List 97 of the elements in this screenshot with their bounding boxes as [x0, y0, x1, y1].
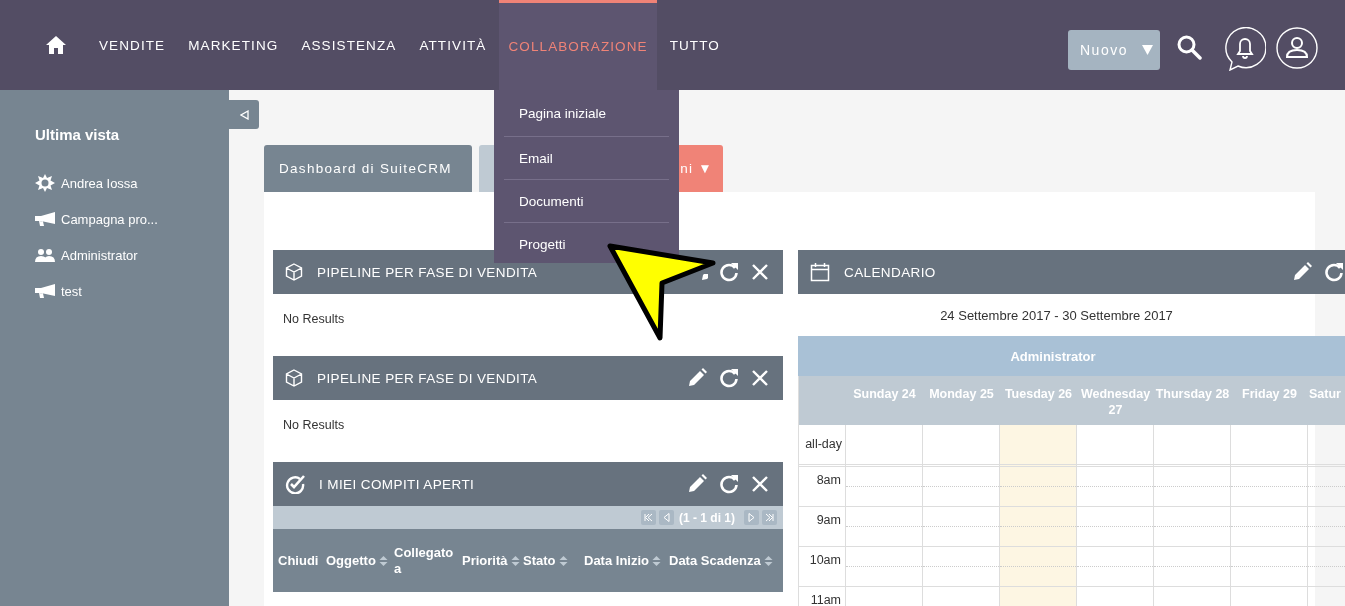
calendar-cell[interactable] — [1077, 467, 1154, 507]
calendar-cell[interactable] — [1231, 507, 1308, 547]
notification-icon[interactable] — [1224, 27, 1266, 71]
dashlet-title: PIPELINE PER FASE DI VENDITA — [317, 264, 539, 280]
calendar-cell[interactable] — [1231, 425, 1308, 467]
calendar-cell[interactable] — [1077, 507, 1154, 547]
calendar-cell[interactable] — [846, 547, 923, 587]
sort-icon[interactable] — [652, 555, 661, 568]
dashlet-title: CALENDARIO — [844, 264, 937, 280]
menu-item[interactable]: Progetti — [504, 223, 669, 265]
collapse-button[interactable] — [229, 100, 259, 129]
calendar-cell[interactable] — [846, 467, 923, 507]
calendar-cell[interactable] — [846, 507, 923, 547]
calendar-cell[interactable] — [1154, 467, 1231, 507]
calendar-cell[interactable] — [1077, 425, 1154, 467]
sidebar-title: Ultima vista — [35, 126, 121, 143]
calendar-cell[interactable] — [1231, 467, 1308, 507]
refresh-icon[interactable] — [719, 368, 739, 388]
column-header[interactable]: Data Scadenza — [669, 552, 783, 569]
sort-icon[interactable] — [763, 555, 773, 568]
refresh-icon[interactable] — [719, 262, 739, 282]
date-range: 24 Settembre 2017 - 30 Settembre 2017 — [940, 307, 1173, 323]
dashlet-title: PIPELINE PER FASE DI VENDITA — [317, 370, 539, 386]
recent-item-link[interactable]: test — [61, 283, 82, 299]
megaphone-icon — [35, 212, 55, 226]
starburst-icon — [35, 174, 55, 192]
column-header[interactable]: Stato — [523, 552, 584, 569]
column-header[interactable]: Chiudi — [278, 552, 326, 569]
close-icon[interactable] — [751, 369, 769, 387]
time-label: 8am — [798, 467, 846, 507]
no-results-text: No Results — [283, 418, 345, 432]
time-label: 11am — [798, 587, 846, 606]
nav-tab[interactable]: COLLABORAZIONE — [499, 0, 657, 90]
column-header[interactable]: Data Inizio — [584, 552, 669, 569]
today-cell[interactable] — [1000, 467, 1077, 507]
nav-tab[interactable]: MARKETING — [178, 0, 289, 90]
calendar-cell[interactable] — [1154, 507, 1231, 547]
close-icon[interactable] — [751, 475, 769, 493]
first-page-icon[interactable] — [641, 510, 656, 525]
today-cell[interactable] — [1000, 507, 1077, 547]
previous-page-icon[interactable] — [659, 510, 674, 525]
day-header: Tuesday 26 — [1000, 376, 1077, 425]
last-page-icon[interactable] — [762, 510, 777, 525]
users-icon — [35, 248, 55, 262]
time-label: 9am — [798, 507, 846, 547]
new-button[interactable]: Nuovo — [1068, 30, 1160, 70]
day-header: Satur — [1308, 376, 1345, 425]
collapse-icon — [239, 109, 249, 120]
nav-tab[interactable]: ATTIVITÀ — [409, 0, 497, 90]
column-header[interactable]: Priorità — [462, 552, 523, 569]
next-page-icon[interactable] — [744, 510, 759, 525]
calendar-cell[interactable] — [1231, 547, 1308, 587]
cube-icon — [285, 369, 303, 387]
today-cell[interactable] — [1000, 425, 1077, 467]
target-icon — [285, 474, 305, 494]
time-label: 10am — [798, 547, 846, 587]
user-header: Administrator — [798, 336, 1345, 376]
caret-icon — [1141, 45, 1153, 55]
refresh-icon[interactable] — [719, 474, 739, 494]
column-header[interactable]: Collegato a — [394, 544, 462, 577]
nav-tab[interactable]: TUTTO — [659, 0, 730, 90]
refresh-icon[interactable] — [1324, 262, 1344, 282]
time-label: all-day — [798, 425, 846, 467]
day-header: Thursday 28 — [1154, 376, 1231, 425]
recent-item-link[interactable]: Andrea Iossa — [61, 175, 138, 191]
day-header: Wednesday 27 — [1077, 376, 1154, 425]
today-cell[interactable] — [1000, 547, 1077, 587]
no-results-text: No Results — [283, 312, 345, 326]
day-header: Friday 29 — [1231, 376, 1308, 425]
calendar-cell[interactable] — [846, 425, 923, 467]
close-icon[interactable] — [751, 263, 769, 281]
day-header: Monday 25 — [923, 376, 1000, 425]
nav-tab[interactable]: ASSISTENZA — [291, 0, 407, 90]
sort-icon[interactable] — [558, 555, 568, 568]
nav-tab[interactable]: VENDITE — [89, 0, 176, 90]
cube-icon — [285, 263, 303, 281]
calendar-cell[interactable] — [1154, 547, 1231, 587]
recent-item-link[interactable]: Campagna pro... — [61, 211, 158, 227]
pagination-text: (1 - 1 di 1) — [679, 510, 735, 525]
menu-item[interactable]: Email — [504, 137, 669, 180]
recent-item-link[interactable]: Administrator — [61, 247, 138, 263]
calendar-icon — [810, 262, 830, 282]
sort-icon[interactable] — [510, 555, 520, 568]
search-icon[interactable] — [1177, 35, 1202, 60]
dashboard-tab[interactable]: Dashboard di SuiteCRM — [264, 145, 472, 192]
menu-item[interactable]: Pagina iniziale — [504, 90, 669, 137]
user-icon[interactable] — [1276, 27, 1318, 69]
megaphone-icon — [35, 284, 55, 298]
day-header: Sunday 24 — [846, 376, 923, 425]
calendar-cell[interactable] — [1077, 547, 1154, 587]
menu-item[interactable]: Documenti — [504, 180, 669, 223]
dashlet-title: I MIEI COMPITI APERTI — [319, 476, 476, 492]
calendar-cell[interactable] — [1154, 425, 1231, 467]
home-icon[interactable] — [46, 36, 66, 54]
sort-icon[interactable] — [378, 555, 388, 568]
day-header — [798, 376, 846, 425]
column-header[interactable]: Oggetto — [326, 552, 394, 569]
